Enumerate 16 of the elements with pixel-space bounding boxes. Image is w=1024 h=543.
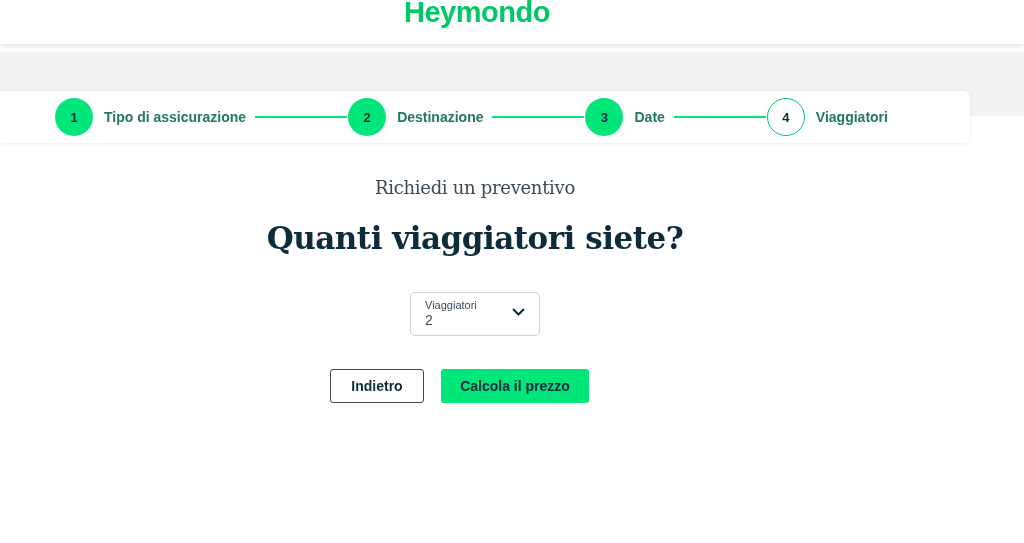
calculate-price-button[interactable]: Calcola il prezzo	[441, 369, 589, 403]
step-number: 4	[766, 98, 805, 136]
field-label: Viaggiatori	[425, 299, 478, 311]
page-heading: Quanti viaggiatori siete?	[266, 220, 684, 256]
chevron-down-icon	[512, 308, 525, 316]
step-label: Viaggiatori	[815, 109, 888, 125]
step-number: 3	[585, 98, 624, 136]
step-label: Date	[634, 109, 665, 125]
step-label: Tipo di assicurazione	[104, 109, 247, 125]
page-subtitle: Richiedi un preventivo	[375, 177, 575, 198]
travelers-dropdown[interactable]: Viaggiatori 2	[410, 292, 540, 336]
step-number: 1	[55, 98, 93, 136]
step-number: 2	[348, 98, 387, 136]
step-label: Destinazione	[397, 109, 484, 125]
back-button[interactable]: Indietro	[330, 369, 424, 403]
field-value: 2	[425, 312, 434, 328]
